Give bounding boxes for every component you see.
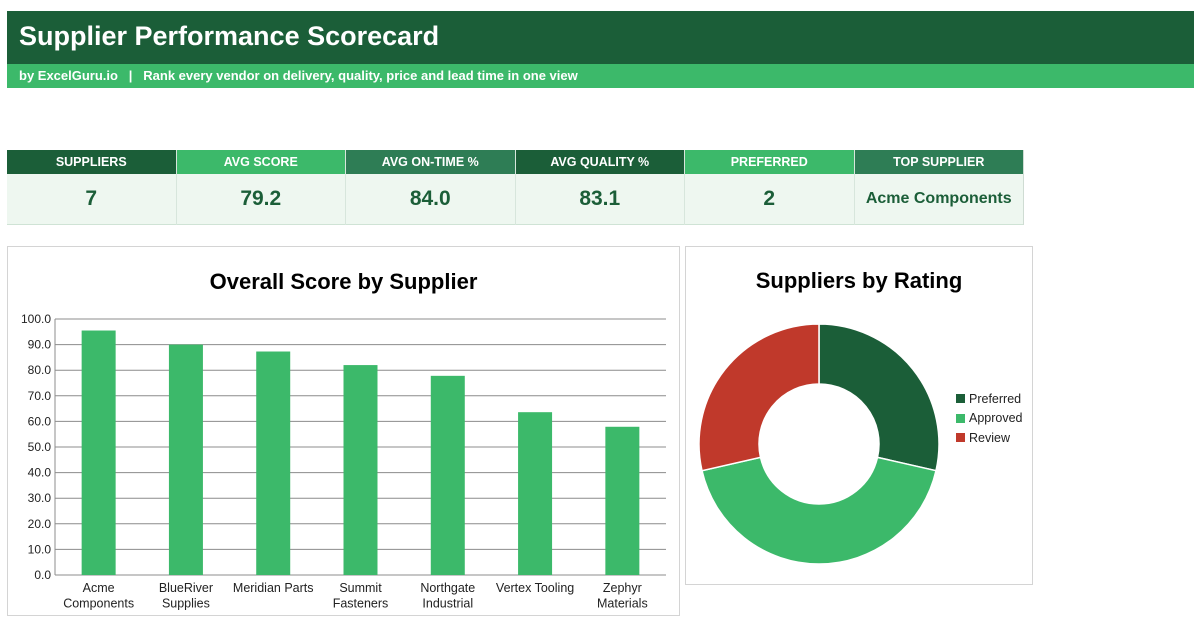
bar <box>518 412 553 575</box>
legend-swatch <box>956 394 965 404</box>
y-tick-label: 60.0 <box>28 414 52 428</box>
kpi-value: 79.2 <box>176 174 345 225</box>
donut-legend: Preferred Approved Review <box>956 389 1023 448</box>
header-banner: Supplier Performance Scorecard <box>7 11 1194 64</box>
x-tick-label: BlueRiver Supplies <box>159 581 213 611</box>
kpi-top-supplier: TOP SUPPLIER Acme Components <box>854 150 1024 225</box>
bar <box>81 330 116 575</box>
kpi-value: 83.1 <box>515 174 684 225</box>
donut-slice-preferred <box>818 323 940 472</box>
kpi-value: 84.0 <box>346 174 515 225</box>
page-subtitle: by ExcelGuru.io | Rank every vendor on d… <box>19 68 578 83</box>
kpi-row: SUPPLIERS 7 AVG SCORE 79.2 AVG ON-TIME %… <box>7 150 1024 225</box>
donut-chart-panel: Suppliers by Rating Preferred Approved R… <box>685 246 1033 585</box>
bar-chart-panel: Overall Score by Supplier 0.0 10.0 20.0 30.… <box>7 246 680 616</box>
y-tick-label: 0.0 <box>34 568 51 582</box>
kpi-value: 7 <box>7 174 176 225</box>
legend-item-preferred: Preferred <box>956 389 1023 409</box>
subtitle-bar: by ExcelGuru.io | Rank every vendor on d… <box>7 64 1194 88</box>
legend-label: Review <box>969 430 1010 445</box>
legend-item-approved: Approved <box>956 409 1023 429</box>
y-tick-label: 100.0 <box>21 312 51 326</box>
x-tick-label: Northgate Industrial <box>420 581 475 611</box>
donut-slice-approved <box>701 456 937 565</box>
x-tick-label: Summit Fasteners <box>333 581 389 611</box>
kpi-avg-score: AVG SCORE 79.2 <box>176 150 346 225</box>
bar <box>168 344 203 575</box>
y-tick-label: 30.0 <box>28 491 52 505</box>
bar <box>256 351 291 575</box>
kpi-label: PREFERRED <box>685 150 854 174</box>
y-tick-label: 20.0 <box>28 517 52 531</box>
y-tick-label: 70.0 <box>28 389 52 403</box>
kpi-label: SUPPLIERS <box>7 150 176 174</box>
kpi-avg-on-time: AVG ON-TIME % 84.0 <box>346 150 516 225</box>
x-tick-label: Acme Components <box>63 581 134 611</box>
kpi-avg-quality: AVG QUALITY % 83.1 <box>515 150 685 225</box>
legend-item-review: Review <box>956 428 1023 448</box>
y-tick-label: 40.0 <box>28 466 52 480</box>
legend-swatch <box>956 413 965 423</box>
bar <box>605 426 640 575</box>
y-tick-label: 90.0 <box>28 338 52 352</box>
kpi-value: 2 <box>685 174 854 225</box>
x-tick-label: Zephyr Materials <box>597 581 648 611</box>
kpi-label: AVG SCORE <box>176 150 345 174</box>
legend-label: Preferred <box>969 391 1022 406</box>
page-title: Supplier Performance Scorecard <box>19 21 440 51</box>
kpi-preferred: PREFERRED 2 <box>685 150 855 225</box>
kpi-value: Acme Components <box>854 174 1023 225</box>
legend-label: Approved <box>969 411 1023 426</box>
bar-chart: 0.0 10.0 20.0 30.0 40.0 50.0 60.0 70.0 80.0 90.0 1… <box>21 312 666 611</box>
kpi-suppliers: SUPPLIERS 7 <box>7 150 177 225</box>
y-tick-label: 80.0 <box>28 363 52 377</box>
donut-slice-review <box>698 323 820 472</box>
kpi-label: AVG ON-TIME % <box>346 150 515 174</box>
kpi-label: AVG QUALITY % <box>515 150 684 174</box>
y-tick-label: 50.0 <box>28 440 52 454</box>
bar <box>430 375 465 575</box>
x-tick-label: Vertex Tooling <box>496 581 574 595</box>
kpi-label: TOP SUPPLIER <box>854 150 1023 174</box>
legend-swatch <box>956 433 965 443</box>
x-tick-label: Meridian Parts <box>233 581 314 595</box>
y-tick-label: 10.0 <box>28 542 52 556</box>
bar <box>343 365 378 575</box>
